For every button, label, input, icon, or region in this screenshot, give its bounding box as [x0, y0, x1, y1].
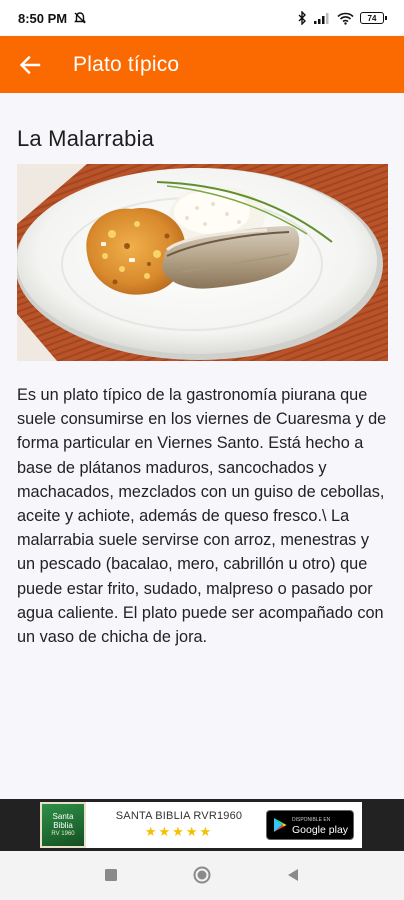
battery-icon: 74	[360, 12, 387, 24]
dish-description: Es un plato típico de la gastronomía piu…	[17, 386, 387, 647]
back-button[interactable]	[17, 52, 43, 78]
ad-card[interactable]: Santa Biblia RV 1960 SANTA BIBLIA RVR196…	[40, 802, 362, 848]
ad-text[interactable]: SANTA BIBLIA RVR1960 ★★★★★	[86, 810, 266, 840]
status-bar: 8:50 PM 74	[0, 0, 404, 36]
app-title: Plato típico	[73, 52, 180, 76]
status-right: 74	[297, 11, 387, 25]
dnd-off-icon	[74, 12, 86, 24]
ad-app-name: SANTA BIBLIA RVR1960	[115, 810, 243, 822]
battery-level: 74	[367, 13, 377, 23]
content-area: La Malarrabia Es un plato típico de la g…	[0, 93, 404, 799]
back-nav-icon[interactable]	[286, 868, 300, 882]
ad-icon-text-mid: Biblia	[53, 820, 73, 830]
arrow-back-icon	[19, 55, 41, 74]
google-play-button[interactable]: DISPONIBLE EN Google play	[266, 810, 354, 840]
home-icon[interactable]	[193, 866, 211, 884]
bluetooth-icon	[298, 11, 306, 25]
status-left: 8:50 PM	[18, 11, 87, 26]
status-time: 8:50 PM	[18, 10, 68, 26]
system-nav-bar	[0, 851, 404, 900]
store-label: Google play	[292, 824, 349, 836]
app-bar: Plato típico	[0, 36, 404, 93]
dish-photo	[17, 164, 388, 361]
ad-icon-text-top: Santa	[52, 811, 74, 821]
bible-app-icon[interactable]: Santa Biblia RV 1960	[40, 802, 86, 848]
signal-icon	[314, 12, 329, 24]
wifi-icon	[337, 12, 354, 25]
recents-icon[interactable]	[104, 868, 118, 882]
dish-title: La Malarrabia	[17, 126, 155, 151]
google-play-icon	[274, 818, 287, 832]
ad-banner[interactable]: Santa Biblia RV 1960 SANTA BIBLIA RVR196…	[0, 799, 404, 851]
store-text: DISPONIBLE EN Google play	[292, 815, 348, 835]
ad-icon-text-small: RV 1960	[51, 830, 75, 837]
ad-rating-stars: ★★★★★	[144, 824, 214, 839]
